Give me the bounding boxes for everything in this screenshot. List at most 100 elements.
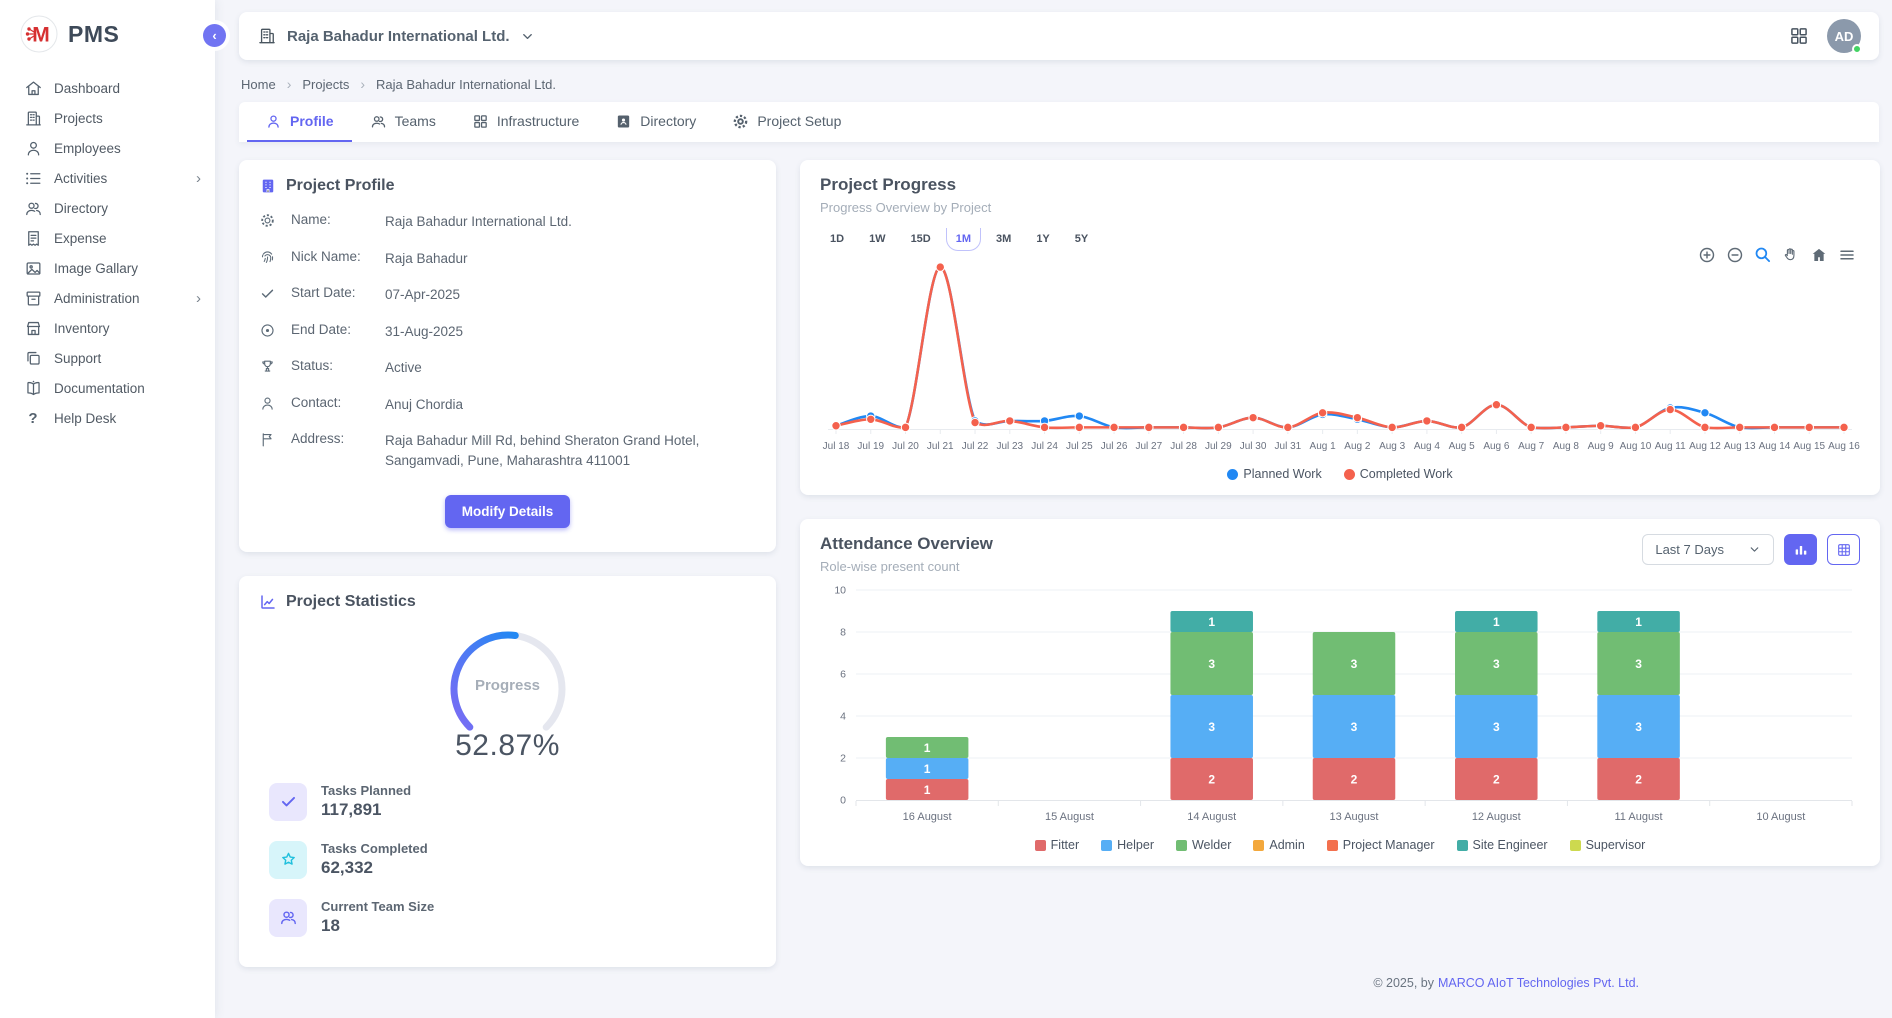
selection-zoom-icon[interactable] xyxy=(1754,246,1772,264)
sidebar-item-activities[interactable]: Activities › xyxy=(0,163,215,193)
sidebar-item-documentation[interactable]: Documentation xyxy=(0,373,215,403)
range-1m[interactable]: 1M xyxy=(946,228,981,251)
attendance-overview-card: Attendance Overview Role-wise present co… xyxy=(800,519,1880,866)
svg-text:Aug 9: Aug 9 xyxy=(1588,441,1615,452)
legend-item-admin[interactable]: Admin xyxy=(1253,838,1304,852)
sidebar-item-administration[interactable]: Administration › xyxy=(0,283,215,313)
gear-icon xyxy=(732,113,749,130)
legend-item-fitter[interactable]: Fitter xyxy=(1035,838,1079,852)
sidebar-item-expense[interactable]: Expense xyxy=(0,223,215,253)
date-range-select[interactable]: Last 7 Days xyxy=(1642,534,1774,565)
check-icon xyxy=(269,783,307,821)
svg-text:1: 1 xyxy=(1635,615,1642,629)
range-1w[interactable]: 1W xyxy=(859,228,896,251)
receipt-icon xyxy=(23,228,43,248)
svg-text:Aug 15: Aug 15 xyxy=(1793,441,1825,452)
legend-item-supervisor[interactable]: Supervisor xyxy=(1570,838,1646,852)
sidebar-item-label: Support xyxy=(54,351,101,366)
sidebar-nav: Dashboard Projects Employees Activities … xyxy=(0,73,215,433)
apps-grid-icon[interactable] xyxy=(1789,26,1809,46)
zoom-out-icon[interactable] xyxy=(1726,246,1744,264)
legend-marker xyxy=(1227,469,1238,480)
fingerprint-icon xyxy=(259,249,279,266)
breadcrumb-item-home[interactable]: Home xyxy=(241,77,276,92)
svg-text:Jul 27: Jul 27 xyxy=(1135,441,1162,452)
tab-directory[interactable]: Directory xyxy=(597,102,714,142)
tab-label: Directory xyxy=(640,113,696,129)
card-subtitle: Role-wise present count xyxy=(820,559,993,574)
svg-text:13 August: 13 August xyxy=(1330,811,1379,823)
sidebar-item-label: Inventory xyxy=(54,321,110,336)
user-avatar[interactable]: AD xyxy=(1827,19,1861,53)
reset-home-icon[interactable] xyxy=(1810,246,1828,264)
star-icon xyxy=(269,841,307,879)
range-5y[interactable]: 5Y xyxy=(1065,228,1098,251)
svg-text:Jul 31: Jul 31 xyxy=(1275,441,1302,452)
sidebar-item-projects[interactable]: Projects xyxy=(0,103,215,133)
collapse-sidebar-button[interactable]: ‹ xyxy=(203,24,226,47)
legend-item-project-manager[interactable]: Project Manager xyxy=(1327,838,1435,852)
app-logo[interactable]: M PMS xyxy=(0,0,215,73)
svg-text:Aug 1: Aug 1 xyxy=(1310,441,1337,452)
book-icon xyxy=(23,378,43,398)
tab-project-setup[interactable]: Project Setup xyxy=(714,102,859,142)
legend-item-helper[interactable]: Helper xyxy=(1101,838,1154,852)
chevron-down-icon xyxy=(1748,543,1761,556)
sidebar-item-label: Documentation xyxy=(54,381,145,396)
legend-item-completed-work[interactable]: Completed Work xyxy=(1344,467,1453,481)
svg-text:3: 3 xyxy=(1351,720,1358,734)
sidebar-item-support[interactable]: Support xyxy=(0,343,215,373)
svg-text:Aug 5: Aug 5 xyxy=(1449,441,1476,452)
project-profile-card: Project Profile Name: Raja Bahadur Inter… xyxy=(239,160,776,552)
stat-tasks-planned: Tasks Planned 117,891 xyxy=(269,783,756,821)
check-icon xyxy=(259,285,279,302)
stat-label: Tasks Completed xyxy=(321,841,428,856)
range-1y[interactable]: 1Y xyxy=(1026,228,1059,251)
pan-hand-icon[interactable] xyxy=(1782,246,1800,264)
legend-item-planned-work[interactable]: Planned Work xyxy=(1227,467,1321,481)
home-icon xyxy=(23,78,43,98)
flag-icon xyxy=(259,431,279,448)
sidebar-item-directory[interactable]: Directory xyxy=(0,193,215,223)
bar-view-toggle[interactable] xyxy=(1784,534,1817,565)
range-15d[interactable]: 15D xyxy=(901,228,941,251)
user-icon xyxy=(265,113,282,130)
sidebar-item-label: Directory xyxy=(54,201,108,216)
project-statistics-card: Project Statistics Progress 52.87% Tasks… xyxy=(239,576,776,967)
tab-teams[interactable]: Teams xyxy=(352,102,454,142)
tab-profile[interactable]: Profile xyxy=(247,102,352,142)
line-chart-legend: Planned Work Completed Work xyxy=(820,463,1860,489)
archive-icon xyxy=(23,288,43,308)
svg-text:1: 1 xyxy=(1208,615,1215,629)
sidebar-item-help-desk[interactable]: ? Help Desk xyxy=(0,403,215,433)
menu-icon[interactable] xyxy=(1838,246,1856,264)
progress-line-chart[interactable]: Jul 18Jul 19Jul 20Jul 21Jul 22Jul 23Jul … xyxy=(820,251,1860,463)
svg-text:Jul 25: Jul 25 xyxy=(1066,441,1093,452)
svg-text:2: 2 xyxy=(1635,773,1642,787)
legend-item-site-engineer[interactable]: Site Engineer xyxy=(1457,838,1548,852)
svg-text:Jul 24: Jul 24 xyxy=(1031,441,1058,452)
tab-label: Project Setup xyxy=(757,113,841,129)
svg-text:2: 2 xyxy=(1208,773,1215,787)
chevron-separator-icon: › xyxy=(287,76,292,92)
copyright-text: © 2025, by xyxy=(1373,976,1434,990)
store-icon xyxy=(23,318,43,338)
list-icon xyxy=(23,168,43,188)
range-1d[interactable]: 1D xyxy=(820,228,854,251)
breadcrumb-item-projects[interactable]: Projects xyxy=(302,77,349,92)
sidebar-item-inventory[interactable]: Inventory xyxy=(0,313,215,343)
range-3m[interactable]: 3M xyxy=(986,228,1021,251)
zoom-in-icon[interactable] xyxy=(1698,246,1716,264)
company-selector[interactable]: Raja Bahadur International Ltd. xyxy=(257,26,535,46)
bar-chart-legend: Fitter Helper Welder Admin Project Manager Si… xyxy=(820,834,1860,860)
footer-company-link[interactable]: MARCO AIoT Technologies Pvt. Ltd. xyxy=(1438,976,1639,990)
modify-details-button[interactable]: Modify Details xyxy=(445,495,571,528)
sidebar-item-image-gallery[interactable]: Image Gallary xyxy=(0,253,215,283)
sidebar-item-employees[interactable]: Employees xyxy=(0,133,215,163)
sidebar-item-dashboard[interactable]: Dashboard xyxy=(0,73,215,103)
tab-infrastructure[interactable]: Infrastructure xyxy=(454,102,597,142)
legend-item-welder[interactable]: Welder xyxy=(1176,838,1231,852)
legend-label: Project Manager xyxy=(1343,838,1435,852)
tab-label: Teams xyxy=(395,113,436,129)
table-view-toggle[interactable] xyxy=(1827,534,1860,565)
